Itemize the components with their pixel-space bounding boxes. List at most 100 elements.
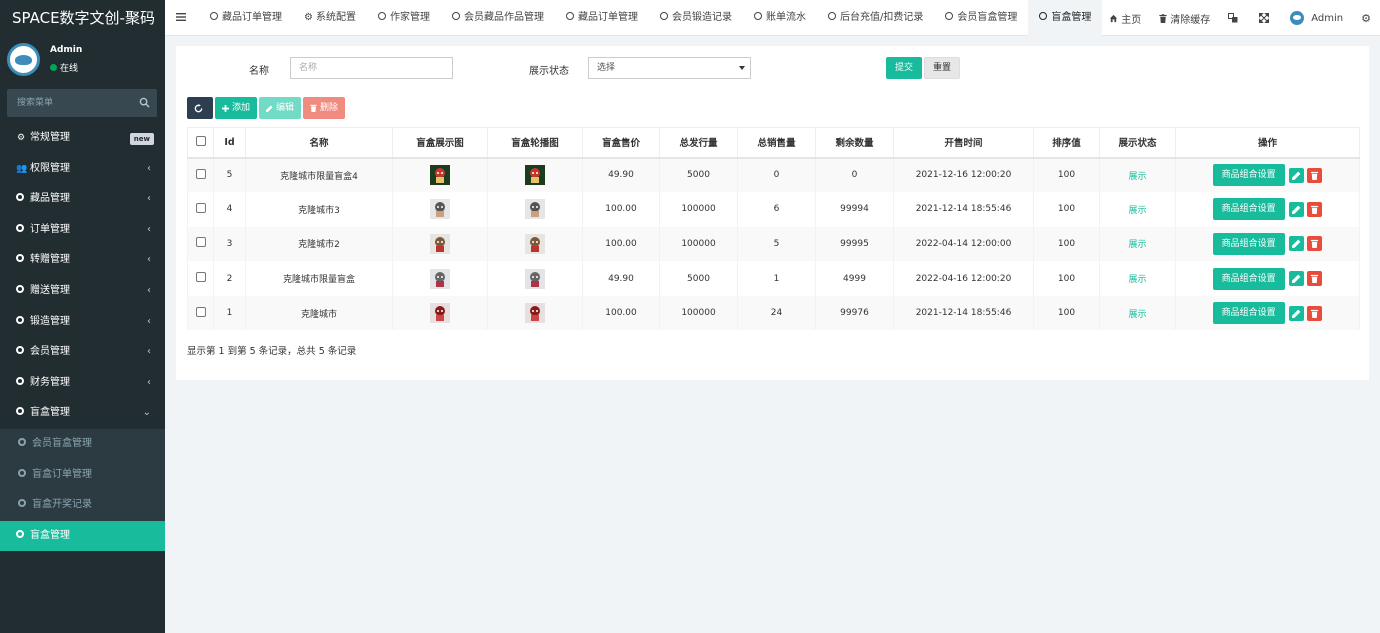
header-sort[interactable]: 排序值 [1033, 127, 1100, 159]
sidebar-search-input[interactable] [7, 89, 127, 117]
table-row[interactable]: 2 克隆城市限量盲盒 49.90 5000 1 4999 2022-04-16 … [187, 261, 1360, 296]
tab-member-blindbox[interactable]: 会员盲盒管理 [934, 0, 1028, 36]
blindbox-carousel-thumbnail[interactable] [525, 233, 545, 254]
sidebar-item-forge[interactable]: 锻造管理 ‹ [0, 307, 165, 338]
language-toggle[interactable] [1219, 13, 1250, 23]
cell-sale-time: 2021-12-14 18:55:46 [893, 295, 1034, 331]
blindbox-display-thumbnail[interactable] [430, 268, 450, 289]
status-link[interactable]: 展示 [1128, 240, 1146, 250]
row-checkbox[interactable] [195, 202, 206, 213]
sidebar-item-order[interactable]: 订单管理 ‹ [0, 215, 165, 246]
header-total-sold[interactable]: 总销售量 [737, 127, 816, 159]
header-id[interactable]: Id [213, 127, 246, 159]
blindbox-display-thumbnail[interactable] [430, 233, 450, 254]
row-checkbox[interactable] [195, 272, 206, 283]
sidebar-item-collection[interactable]: 藏品管理 ‹ [0, 184, 165, 215]
header-price[interactable]: 盲盒售价 [582, 127, 660, 159]
clear-cache-link[interactable]: 清除缓存 [1150, 11, 1219, 26]
app-title[interactable]: SPACE数字文创-聚码 [0, 0, 165, 36]
header-remaining[interactable]: 剩余数量 [815, 127, 894, 159]
row-edit-button[interactable] [1288, 305, 1304, 321]
row-edit-button[interactable] [1288, 201, 1304, 217]
combo-settings-button[interactable]: 商品组合设置 [1212, 164, 1285, 187]
table-row[interactable]: 3 克隆城市2 100.00 100000 5 99995 2022-04-14… [187, 226, 1360, 262]
blindbox-carousel-thumbnail[interactable] [525, 165, 545, 186]
reset-button[interactable]: 重置 [924, 57, 960, 79]
combo-settings-button[interactable]: 商品组合设置 [1212, 198, 1285, 221]
sidebar-item-gift[interactable]: 赠送管理 ‹ [0, 276, 165, 307]
row-checkbox[interactable] [195, 237, 206, 248]
home-link[interactable]: 主页 [1100, 11, 1150, 26]
sidebar-item-finance[interactable]: 财务管理 ‹ [0, 368, 165, 399]
status-link[interactable]: 展示 [1128, 172, 1146, 182]
edit-button[interactable]: 编辑 [259, 97, 302, 119]
tab-system-config[interactable]: ⚙ 系统配置 [293, 0, 367, 36]
status-select[interactable]: 选择 [588, 57, 751, 79]
sidebar-item-permission[interactable]: 👥 权限管理 ‹ [0, 154, 165, 185]
row-edit-button[interactable] [1288, 167, 1304, 183]
tab-bill[interactable]: 账单流水 [743, 0, 817, 36]
name-input[interactable] [290, 57, 453, 79]
sidebar-item-transfer[interactable]: 转赠管理 ‹ [0, 245, 165, 276]
row-edit-button[interactable] [1288, 271, 1304, 287]
row-delete-button[interactable] [1307, 236, 1323, 252]
combo-settings-button[interactable]: 商品组合设置 [1212, 302, 1285, 325]
tab-blindbox[interactable]: 盲盒管理 [1028, 0, 1103, 36]
tab-collection-order[interactable]: 藏品订单管理 [199, 0, 293, 36]
header-total-issue[interactable]: 总发行量 [659, 127, 738, 159]
blindbox-display-thumbnail[interactable] [430, 303, 450, 324]
header-status[interactable]: 展示状态 [1099, 127, 1176, 159]
table-row[interactable]: 5 克隆城市限量盲盒4 49.90 5000 0 0 2021-12-16 12… [187, 157, 1360, 193]
tab-member-forge[interactable]: 会员锻造记录 [649, 0, 743, 36]
header-sale-time[interactable]: 开售时间 [893, 127, 1034, 159]
settings-toggle[interactable]: ⚙ [1352, 12, 1380, 25]
delete-button[interactable]: 删除 [303, 97, 346, 119]
sidebar-subitem-blindbox-draw[interactable]: 盲盒开奖记录 [0, 490, 165, 521]
cell-price: 49.90 [582, 157, 660, 193]
row-delete-button[interactable] [1307, 305, 1323, 321]
row-delete-button[interactable] [1307, 167, 1323, 183]
circle-icon [16, 376, 24, 385]
hamburger-icon[interactable] [175, 11, 187, 23]
row-select-cell [187, 226, 214, 262]
row-checkbox[interactable] [195, 306, 206, 317]
blindbox-carousel-thumbnail[interactable] [525, 199, 545, 220]
submit-button[interactable]: 提交 [886, 57, 922, 79]
row-delete-button[interactable] [1307, 271, 1323, 287]
cell-display-image [392, 157, 488, 193]
status-link[interactable]: 展示 [1128, 206, 1146, 216]
tab-member-collection[interactable]: 会员藏品作品管理 [441, 0, 555, 36]
status-link[interactable]: 展示 [1128, 275, 1146, 285]
table-row[interactable]: 1 克隆城市 100.00 100000 24 99976 2021-12-14… [187, 295, 1360, 331]
combo-settings-button[interactable]: 商品组合设置 [1212, 267, 1285, 290]
blindbox-carousel-thumbnail[interactable] [525, 303, 545, 324]
header-display-image[interactable]: 盲盒展示图 [392, 127, 488, 159]
add-button[interactable]: 添加 [215, 97, 258, 119]
sidebar-item-blindbox[interactable]: 盲盒管理 ⌄ [0, 398, 165, 429]
fullscreen-toggle[interactable] [1250, 13, 1281, 23]
row-edit-button[interactable] [1288, 236, 1304, 252]
admin-menu[interactable]: Admin [1281, 11, 1352, 25]
sidebar-item-member[interactable]: 会员管理 ‹ [0, 337, 165, 368]
sidebar-subitem-member-blindbox[interactable]: 会员盲盒管理 [0, 429, 165, 460]
tab-collection-order-2[interactable]: 藏品订单管理 [555, 0, 649, 36]
sidebar-item-general[interactable]: ⚙ 常规管理 new [0, 123, 165, 154]
tab-author[interactable]: 作家管理 [367, 0, 441, 36]
header-name[interactable]: 名称 [245, 127, 393, 159]
sidebar-subitem-blindbox-order[interactable]: 盲盒订单管理 [0, 460, 165, 491]
header-carousel-image[interactable]: 盲盒轮播图 [487, 127, 583, 159]
status-link[interactable]: 展示 [1128, 310, 1146, 320]
row-delete-button[interactable] [1307, 201, 1323, 217]
table-row[interactable]: 4 克隆城市3 100.00 100000 6 99994 2021-12-14… [187, 192, 1360, 227]
select-all-checkbox[interactable] [195, 135, 206, 146]
search-icon[interactable] [139, 97, 150, 108]
combo-settings-button[interactable]: 商品组合设置 [1212, 232, 1285, 255]
sidebar-subitem-blindbox-manage[interactable]: 盲盒管理 [0, 520, 165, 552]
blindbox-carousel-thumbnail[interactable] [525, 268, 545, 289]
tab-recharge[interactable]: 后台充值/扣费记录 [817, 0, 934, 36]
blindbox-display-thumbnail[interactable] [430, 199, 450, 220]
refresh-button[interactable] [187, 97, 213, 119]
row-checkbox[interactable] [195, 168, 206, 179]
blindbox-display-thumbnail[interactable] [430, 165, 450, 186]
status-label: 展示状态 [529, 66, 569, 77]
